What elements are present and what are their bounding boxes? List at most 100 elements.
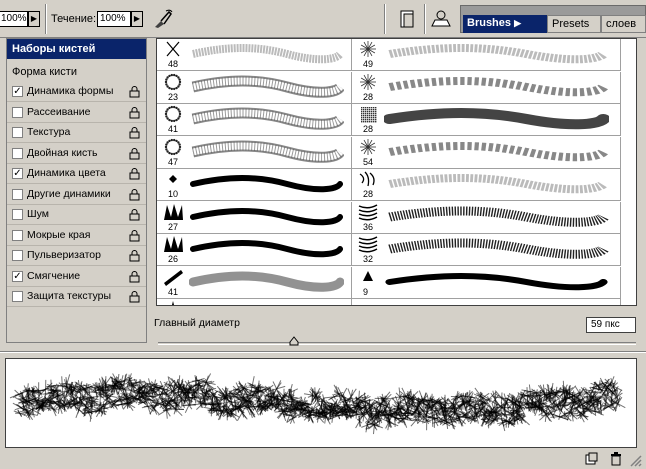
tab-brushes[interactable]: Brushes ▶ <box>463 15 547 33</box>
brush-preset-cell[interactable]: 9 <box>352 266 621 299</box>
flow-label: Течение: <box>51 13 97 25</box>
brush-preset-cell[interactable] <box>352 299 621 305</box>
lock-icon[interactable] <box>129 229 140 242</box>
tab-menu-arrow-icon[interactable]: ▶ <box>514 18 521 28</box>
brush-tip-icon <box>164 269 183 286</box>
brush-preset-cell[interactable]: 28 <box>352 104 621 136</box>
brushes-palette: Наборы кистей Форма кисти ✓ Динамика форм… <box>0 38 646 469</box>
setting-row[interactable]: Текстура <box>7 123 146 143</box>
lock-icon[interactable] <box>129 106 140 119</box>
brush-preset-cell[interactable]: 27 <box>157 201 352 234</box>
setting-checkbox[interactable] <box>12 250 23 261</box>
brush-size-label: 28 <box>363 91 374 102</box>
brush-preset-cell[interactable]: 54 <box>352 136 621 169</box>
brush-stroke-thumbnail <box>191 107 344 130</box>
setting-row[interactable]: Мокрые края <box>7 226 146 246</box>
brush-preset-cell[interactable]: 41 <box>157 266 352 299</box>
setting-checkbox[interactable] <box>12 106 23 118</box>
lock-icon[interactable] <box>129 86 140 98</box>
brush-preset-cell[interactable]: 28 <box>352 169 621 201</box>
file-browser-icon[interactable] <box>430 8 452 30</box>
separator <box>384 4 386 34</box>
setting-label: Динамика цвета <box>27 167 106 179</box>
setting-checkbox[interactable] <box>12 209 23 220</box>
slider-thumb[interactable] <box>289 336 299 346</box>
brush-tip-icon <box>169 175 177 183</box>
setting-row[interactable]: Пульверизатор <box>7 246 146 266</box>
master-diameter-field[interactable]: 59 пкс <box>586 317 636 333</box>
options-bar: 100% ▶ Течение: 100% ▶ Brushes ▶ Presets… <box>0 0 646 38</box>
brush-tip-icon <box>358 236 378 253</box>
brush-tip-icon <box>164 105 182 123</box>
brush-size-label: 41 <box>168 124 179 134</box>
lock-icon[interactable] <box>129 270 140 283</box>
setting-checkbox[interactable] <box>12 229 23 241</box>
setting-label: Двойная кисть <box>27 146 98 159</box>
setting-checkbox[interactable]: ✓ <box>12 86 23 97</box>
brush-size-label: 23 <box>168 91 179 102</box>
setting-row[interactable]: Другие динамики <box>7 185 146 205</box>
tab-presets[interactable]: Presets <box>547 15 601 33</box>
brush-stroke-thumbnail <box>388 76 609 96</box>
brush-preset-cell[interactable] <box>157 299 352 305</box>
setting-row[interactable]: Защита текстуры <box>7 287 146 307</box>
new-brush-icon[interactable] <box>585 452 598 465</box>
separator <box>45 4 47 34</box>
brush-preset-cell[interactable]: 26 <box>157 234 352 266</box>
opacity-arrow-button[interactable]: ▶ <box>28 11 40 27</box>
brush-preset-cell[interactable]: 41 <box>157 104 352 136</box>
brush-stroke-thumbnail <box>384 108 609 130</box>
brush-preset-cell[interactable]: 23 <box>157 71 352 104</box>
opacity-field[interactable]: 100% <box>0 11 28 27</box>
lock-icon[interactable] <box>129 147 140 160</box>
lock-icon[interactable] <box>129 127 140 139</box>
palette-footer <box>0 451 646 469</box>
brush-preset-cell[interactable]: 48 <box>157 39 352 71</box>
brush-preset-cell[interactable]: 10 <box>157 169 352 201</box>
setting-row[interactable]: Шум <box>7 205 146 225</box>
lock-icon[interactable] <box>129 250 140 262</box>
brush-stroke-thumbnail <box>388 174 609 194</box>
brush-preset-cell[interactable]: 32 <box>352 234 621 266</box>
setting-checkbox[interactable] <box>12 188 23 200</box>
brush-size-label: 28 <box>363 189 374 199</box>
setting-checkbox[interactable] <box>12 291 23 302</box>
lock-icon[interactable] <box>129 209 140 221</box>
resize-grip-icon[interactable] <box>628 453 642 467</box>
palette-toggle-icon[interactable] <box>397 8 419 30</box>
trash-icon[interactable] <box>610 452 622 466</box>
setting-row[interactable]: ✓ Динамика формы <box>7 82 146 102</box>
brush-preset-cell[interactable]: 49 <box>352 39 621 71</box>
setting-row[interactable]: Рассеивание <box>7 103 146 123</box>
setting-checkbox[interactable]: ✓ <box>12 168 23 179</box>
setting-row[interactable]: ✓ Динамика цвета <box>7 164 146 184</box>
brush-size-label: 28 <box>363 124 374 134</box>
setting-checkbox[interactable]: ✓ <box>12 270 23 282</box>
brush-presets-item[interactable]: Наборы кистей <box>7 39 146 59</box>
lock-icon[interactable] <box>129 291 140 303</box>
lock-icon[interactable] <box>129 188 140 201</box>
brush-tip-icon <box>166 41 180 57</box>
flow-arrow-button[interactable]: ▶ <box>131 11 143 27</box>
brush-stroke-thumbnail <box>189 240 344 258</box>
setting-row[interactable]: Двойная кисть <box>7 144 146 164</box>
brush-preset-grid: 4823414710272641492828542836329 ▲ ▼ <box>156 38 637 306</box>
brush-tip-shape-item[interactable]: Форма кисти <box>12 63 77 82</box>
tab-layers[interactable]: слоев <box>601 15 646 33</box>
brush-preset-cell[interactable]: 28 <box>352 71 621 104</box>
flow-field[interactable]: 100% <box>97 11 131 27</box>
setting-checkbox[interactable] <box>12 127 23 138</box>
lock-icon[interactable] <box>129 168 140 180</box>
brush-stroke-thumbnail <box>191 75 344 98</box>
brush-stroke-thumbnail <box>189 175 344 193</box>
brush-preset-cell[interactable]: 36 <box>352 201 621 234</box>
setting-checkbox[interactable] <box>12 147 23 159</box>
brush-preset-cell[interactable]: 47 <box>157 136 352 169</box>
brush-stroke-thumbnail <box>189 271 344 292</box>
brush-size-label: 9 <box>363 286 369 297</box>
setting-label: Защита текстуры <box>27 290 112 302</box>
setting-row[interactable]: ✓ Смягчение <box>7 267 146 287</box>
airbrush-icon[interactable] <box>152 8 174 30</box>
brush-tip-icon <box>164 236 183 252</box>
master-diameter-slider[interactable] <box>158 342 636 345</box>
